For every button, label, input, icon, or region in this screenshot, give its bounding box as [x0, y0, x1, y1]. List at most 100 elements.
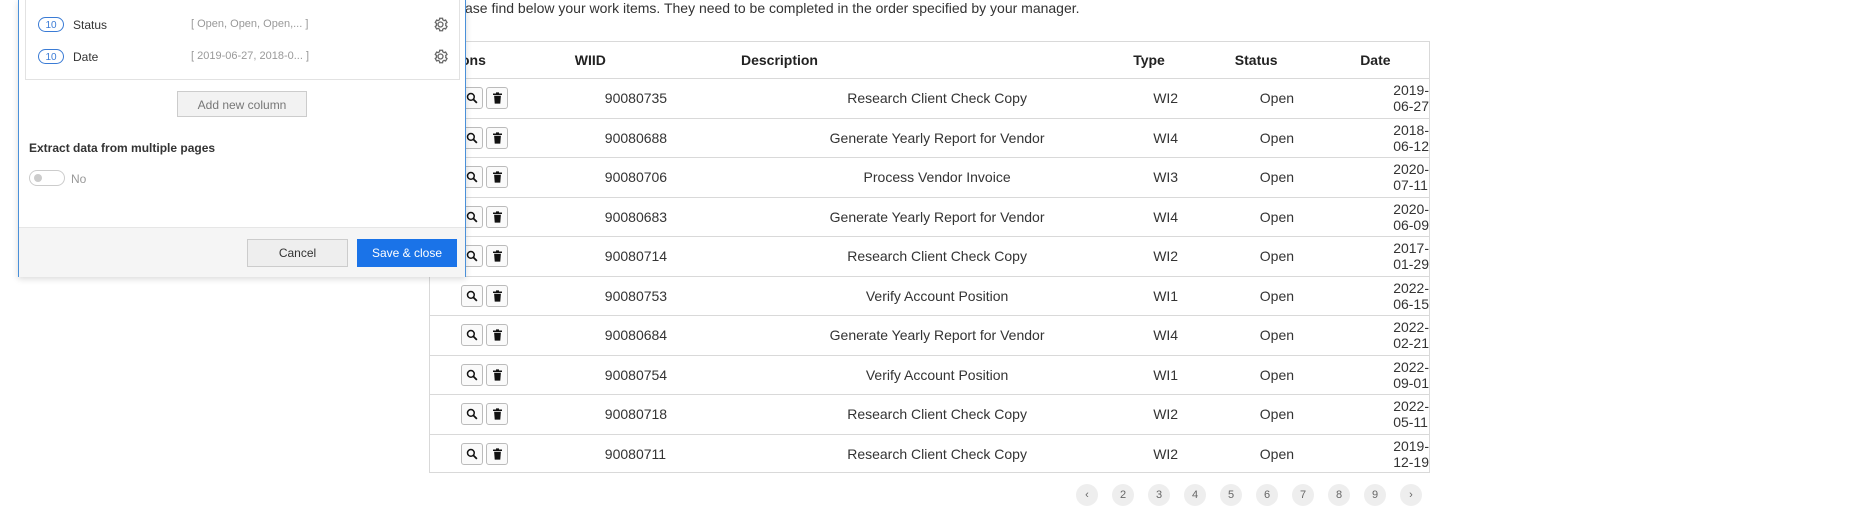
cell-description: Generate Yearly Report for Vendor — [740, 315, 1134, 356]
page-button[interactable]: 9 — [1364, 484, 1386, 506]
trash-icon[interactable] — [486, 363, 508, 386]
page-button[interactable]: 5 — [1220, 484, 1242, 506]
page-button[interactable]: 4 — [1184, 484, 1206, 506]
row-actions — [430, 276, 575, 316]
cell-date: 2017-01-29 — [1360, 236, 1429, 277]
table-row: 90080711 Research Client Check Copy WI2 Ope… — [430, 434, 1429, 473]
trash-icon[interactable] — [486, 403, 508, 426]
trash-icon[interactable] — [486, 166, 508, 189]
trash-icon[interactable] — [486, 205, 508, 228]
count-badge: 10 — [38, 17, 64, 32]
header-date: Date — [1360, 42, 1429, 79]
gear-icon[interactable] — [432, 48, 449, 68]
cell-wiid: 90080754 — [574, 355, 741, 395]
column-config-dialog: 10 Status [ Open, Open, Open,... ] 10 Da… — [18, 0, 466, 277]
page-button[interactable]: 6 — [1256, 484, 1278, 506]
table-row: 90080684 Generate Yearly Report for Vendo… — [430, 315, 1429, 356]
page-button[interactable]: 8 — [1328, 484, 1350, 506]
cell-type: WI2 — [1133, 394, 1235, 435]
cell-wiid: 90080753 — [574, 276, 741, 316]
cell-type: WI1 — [1133, 276, 1235, 316]
trash-icon[interactable] — [486, 126, 508, 149]
cell-status: Open — [1234, 355, 1361, 395]
cell-wiid: 90080718 — [574, 394, 741, 435]
extract-multiple-pages-label: Extract data from multiple pages — [29, 141, 216, 155]
header-description: Description — [740, 42, 1134, 79]
table-row: 90080753 Verify Account Position WI1 Open 20… — [430, 276, 1429, 316]
header-type: Type — [1133, 42, 1235, 79]
cell-date: 2019-06-27 — [1360, 78, 1429, 119]
table-row: 90080718 Research Client Check Copy WI2 Ope… — [430, 394, 1429, 435]
trash-icon[interactable] — [486, 284, 508, 307]
cell-type: WI4 — [1133, 197, 1235, 237]
cell-type: WI1 — [1133, 355, 1235, 395]
toggle-state-label: No — [71, 172, 87, 186]
search-icon[interactable] — [461, 324, 483, 347]
pagination: ‹ 2 3 4 5 6 7 8 9 › — [1076, 484, 1436, 506]
cell-date: 2019-12-19 — [1393, 437, 1429, 470]
cell-date: 2022-09-01 — [1360, 355, 1429, 395]
column-values-preview: [ 2019-06-27, 2018-0... ] — [191, 50, 310, 62]
column-name: Status — [73, 18, 108, 32]
intro-text: ase find below your work items. They nee… — [465, 0, 1080, 16]
cell-status: Open — [1234, 394, 1361, 435]
cell-date: 2022-06-15 — [1360, 276, 1429, 316]
page-button[interactable]: 2 — [1112, 484, 1134, 506]
row-actions — [430, 394, 575, 435]
cell-status: Open — [1259, 445, 1295, 462]
cell-description: Research Client Check Copy — [740, 394, 1134, 435]
cell-status: Open — [1234, 276, 1361, 316]
trash-icon[interactable] — [486, 245, 508, 268]
count-badge: 10 — [38, 49, 64, 64]
cell-type: WI2 — [1133, 236, 1235, 277]
table-row: 90080683 Generate Yearly Report for Vendo… — [430, 197, 1429, 237]
column-item-status[interactable]: 10 Status [ Open, Open, Open,... ] — [38, 15, 448, 35]
cell-wiid: 90080711 — [604, 445, 667, 462]
trash-icon[interactable] — [486, 324, 508, 347]
cell-description: Research Client Check Copy — [847, 445, 1027, 462]
cell-wiid: 90080714 — [574, 236, 741, 277]
cell-status: Open — [1234, 78, 1361, 119]
cell-wiid: 90080706 — [574, 157, 741, 198]
table-row: 90080754 Verify Account Position WI1 Open 20… — [430, 355, 1429, 395]
page-button[interactable]: 7 — [1292, 484, 1314, 506]
table-header-row: ons WIID Description Type Status Date — [430, 42, 1429, 79]
trash-icon[interactable] — [486, 87, 508, 110]
row-actions — [430, 434, 575, 473]
search-icon[interactable] — [461, 284, 483, 307]
cell-description: Verify Account Position — [740, 355, 1134, 395]
column-name: Date — [73, 50, 99, 64]
column-list: 10 Status [ Open, Open, Open,... ] 10 Da… — [25, 0, 460, 80]
extract-pages-toggle[interactable] — [29, 170, 65, 186]
cancel-button[interactable]: Cancel — [247, 239, 348, 267]
search-icon[interactable] — [461, 403, 483, 426]
cell-description: Research Client Check Copy — [740, 78, 1134, 119]
trash-icon[interactable] — [486, 442, 508, 465]
cell-type: WI2 — [1153, 445, 1179, 462]
save-and-close-button[interactable]: Save & close — [357, 239, 457, 267]
cell-wiid: 90080683 — [574, 197, 741, 237]
cell-description: Generate Yearly Report for Vendor — [740, 118, 1134, 158]
table-row: 90080688 Generate Yearly Report for Vendo… — [430, 118, 1429, 158]
cell-description: Process Vendor Invoice — [740, 157, 1134, 198]
row-actions — [430, 315, 575, 356]
gear-icon[interactable] — [432, 16, 449, 36]
cell-date: 2020-07-11 — [1360, 157, 1429, 198]
cell-date: 2022-05-11 — [1360, 394, 1429, 435]
cell-wiid: 90080684 — [574, 315, 741, 356]
cell-type: WI3 — [1133, 157, 1235, 198]
add-new-column-button[interactable]: Add new column — [177, 91, 307, 117]
cell-wiid: 90080735 — [574, 78, 741, 119]
row-actions — [430, 355, 575, 395]
search-icon[interactable] — [461, 442, 483, 465]
page-button[interactable]: ‹ — [1076, 484, 1098, 506]
work-items-table: ons WIID Description Type Status Date 90… — [429, 41, 1430, 473]
cell-date: 2022-02-21 — [1360, 315, 1429, 356]
column-item-date[interactable]: 10 Date [ 2019-06-27, 2018-0... ] — [38, 47, 448, 67]
page-button[interactable]: 3 — [1148, 484, 1170, 506]
page-button[interactable]: › — [1400, 484, 1422, 506]
search-icon[interactable] — [461, 363, 483, 386]
cell-status: Open — [1234, 157, 1361, 198]
cell-type: WI4 — [1133, 315, 1235, 356]
table-row: 90080735 Research Client Check Copy WI2 Ope… — [430, 78, 1429, 119]
